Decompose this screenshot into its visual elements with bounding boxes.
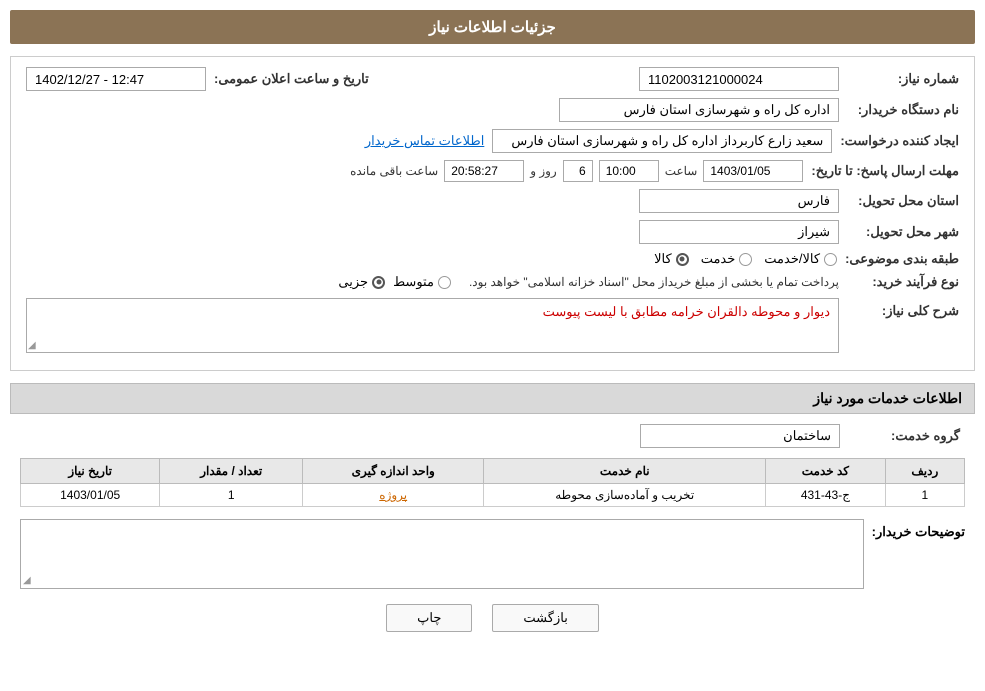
category-option-khedmat: خدمت [701, 251, 753, 267]
process-label: نوع فرآیند خرید: [839, 274, 959, 290]
col-header-unit: واحد اندازه گیری [303, 459, 484, 484]
row-process-type: نوع فرآیند خرید: پرداخت تمام یا بخشی از … [26, 274, 959, 290]
process-option-minor: جزیی [338, 274, 385, 290]
row-province: استان محل تحویل: فارس [26, 189, 959, 213]
cell-quantity: 1 [160, 484, 303, 507]
buttons-row: بازگشت چاپ [10, 604, 975, 642]
resize-handle-icon: ◢ [28, 340, 36, 351]
need-description-label: شرح کلی نیاز: [839, 298, 959, 319]
col-header-row-num: ردیف [885, 459, 964, 484]
service-group-value: ساختمان [640, 424, 840, 448]
province-label: استان محل تحویل: [839, 193, 959, 209]
process-label-medium: متوسط [393, 274, 434, 290]
col-header-quantity: تعداد / مقدار [160, 459, 303, 484]
deadline-time-label: ساعت [665, 164, 698, 178]
cell-service-code: ج-43-431 [766, 484, 886, 507]
category-label: طبقه بندی موضوعی: [837, 251, 959, 267]
table-header-row: ردیف کد خدمت نام خدمت واحد اندازه گیری ت… [21, 459, 965, 484]
process-label-minor: جزیی [338, 274, 368, 290]
category-radio-khedmat [739, 253, 752, 266]
service-group-label: گروه خدمت: [840, 428, 960, 444]
cell-unit: پروژه [303, 484, 484, 507]
remaining-days-label: روز و [530, 164, 557, 178]
col-header-date: تاریخ نیاز [21, 459, 160, 484]
process-option-medium: متوسط [393, 274, 451, 290]
category-radio-kala-khedmat [824, 253, 837, 266]
row-deadline: مهلت ارسال پاسخ: تا تاریخ: 1403/01/05 سا… [26, 160, 959, 182]
deadline-time-value: 10:00 [599, 160, 659, 182]
process-note: پرداخت تمام یا بخشی از مبلغ خریداز محل "… [469, 275, 839, 289]
deadline-date-value: 1403/01/05 [703, 160, 803, 182]
deadline-label: مهلت ارسال پاسخ: تا تاریخ: [803, 163, 959, 179]
buyer-org-label: نام دستگاه خریدار: [839, 102, 959, 118]
buyer-org-value: اداره کل راه و شهرسازی استان فارس [559, 98, 839, 122]
services-table-section: ردیف کد خدمت نام خدمت واحد اندازه گیری ت… [10, 458, 975, 507]
city-value: شیراز [639, 220, 839, 244]
creator-value: سعید زارع کاربرداز اداره کل راه و شهرساز… [492, 129, 832, 153]
back-button[interactable]: بازگشت [492, 604, 598, 632]
province-value: فارس [639, 189, 839, 213]
category-label-kala: کالا [654, 251, 672, 267]
contact-link[interactable]: اطلاعات تماس خریدار [365, 133, 484, 149]
cell-date: 1403/01/05 [21, 484, 160, 507]
category-label-kala-khedmat: کالا/خدمت [764, 251, 820, 267]
category-radio-kala [676, 253, 689, 266]
remaining-time-value: 20:58:27 [444, 160, 524, 182]
row-buyer-org: نام دستگاه خریدار: اداره کل راه و شهرساز… [26, 98, 959, 122]
buyer-notes-section: توضیحات خریدار: ◢ [10, 519, 975, 589]
need-description-container: دیوار و محوطه دالقران خرامه مطابق با لیس… [26, 298, 839, 353]
row-category: طبقه بندی موضوعی: کالا/خدمت خدمت کالا [26, 251, 959, 267]
col-header-service-name: نام خدمت [484, 459, 766, 484]
remaining-time-label: ساعت باقی مانده [350, 164, 438, 178]
row-city: شهر محل تحویل: شیراز [26, 220, 959, 244]
city-label: شهر محل تحویل: [839, 224, 959, 240]
table-row: 1 ج-43-431 تخریب و آماده‌سازی محوطه پروژ… [21, 484, 965, 507]
need-description-value: دیوار و محوطه دالقران خرامه مطابق با لیس… [26, 298, 839, 353]
category-option-kala-khedmat: کالا/خدمت [764, 251, 837, 267]
page-container: جزئیات اطلاعات نیاز شماره نیاز: 11020031… [0, 0, 985, 691]
page-title: جزئیات اطلاعات نیاز [10, 10, 975, 44]
services-table: ردیف کد خدمت نام خدمت واحد اندازه گیری ت… [20, 458, 965, 507]
process-radio-minor [372, 276, 385, 289]
main-info-section: شماره نیاز: 1102003121000024 تاریخ و ساع… [10, 56, 975, 371]
cell-service-name: تخریب و آماده‌سازی محوطه [484, 484, 766, 507]
notes-resize-icon: ◢ [23, 575, 31, 586]
remaining-days-value: 6 [563, 160, 593, 182]
print-button[interactable]: چاپ [386, 604, 472, 632]
category-radio-group: کالا/خدمت خدمت کالا [654, 251, 837, 267]
category-option-kala: کالا [654, 251, 689, 267]
announce-datetime-value: 1402/12/27 - 12:47 [26, 67, 206, 91]
col-header-service-code: کد خدمت [766, 459, 886, 484]
announce-datetime-label: تاریخ و ساعت اعلان عمومی: [206, 71, 369, 87]
row-need-number: شماره نیاز: 1102003121000024 تاریخ و ساع… [26, 67, 959, 91]
service-group-row: گروه خدمت: ساختمان [10, 424, 975, 448]
row-creator: ایجاد کننده درخواست: سعید زارع کاربرداز … [26, 129, 959, 153]
cell-row-num: 1 [885, 484, 964, 507]
creator-label: ایجاد کننده درخواست: [832, 133, 959, 149]
deadline-datetime-group: 1403/01/05 ساعت 10:00 6 روز و 20:58:27 س… [350, 160, 803, 182]
buyer-notes-box: ◢ [20, 519, 864, 589]
need-number-label: شماره نیاز: [839, 71, 959, 87]
category-label-khedmat: خدمت [701, 251, 736, 267]
buyer-notes-label: توضیحات خریدار: [864, 519, 965, 540]
need-number-value: 1102003121000024 [639, 67, 839, 91]
process-radio-medium [438, 276, 451, 289]
row-need-description: شرح کلی نیاز: دیوار و محوطه دالقران خرام… [26, 298, 959, 353]
services-section-header: اطلاعات خدمات مورد نیاز [10, 383, 975, 414]
process-type-group: پرداخت تمام یا بخشی از مبلغ خریداز محل "… [338, 274, 839, 290]
